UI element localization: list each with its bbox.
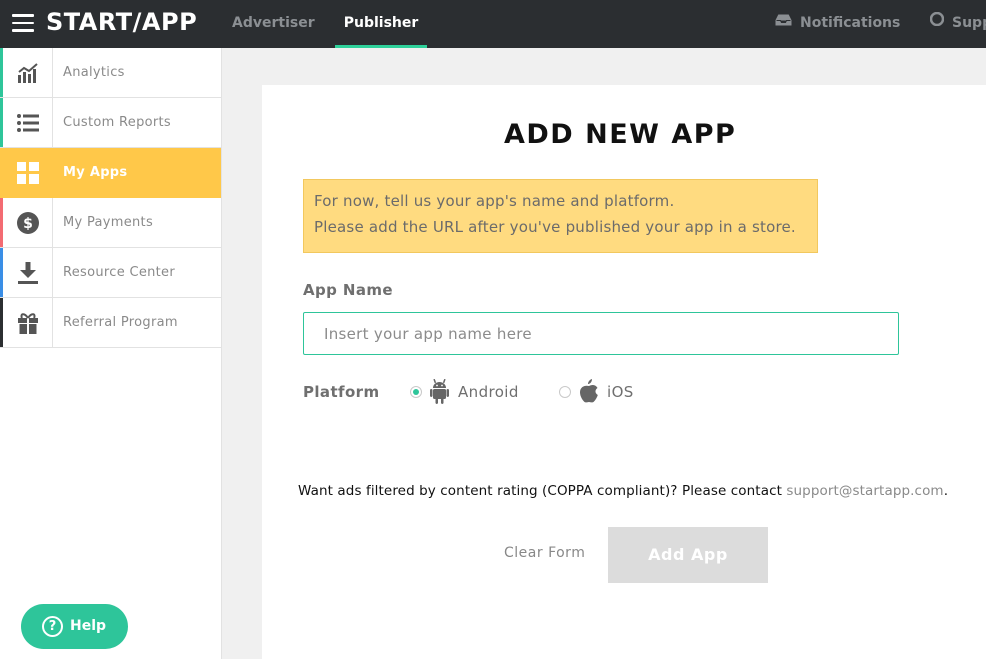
support-email-link[interactable]: support@startapp.com — [786, 483, 943, 499]
svg-text:$: $ — [23, 216, 33, 232]
sidebar-item-label: My Payments — [63, 215, 154, 230]
sidebar-item-my-apps[interactable]: My Apps — [0, 148, 221, 198]
question-icon: ? — [42, 616, 63, 637]
sidebar-item-label: Referral Program — [63, 315, 178, 330]
platform-option-ios[interactable]: iOS — [559, 378, 649, 406]
sidebar-item-analytics[interactable]: Analytics — [0, 48, 221, 98]
apple-icon — [579, 379, 599, 408]
download-icon — [17, 261, 38, 284]
notice-line: For now, tell us your app's name and pla… — [314, 192, 675, 210]
app-name-label: App Name — [303, 281, 393, 299]
icon-cell — [3, 48, 53, 97]
android-radio[interactable] — [410, 386, 422, 398]
tab-advertiser[interactable]: Advertiser — [232, 0, 315, 48]
icon-cell — [3, 148, 53, 197]
notice-line: Please add the URL after you've publishe… — [314, 218, 796, 236]
info-notice: For now, tell us your app's name and pla… — [303, 179, 818, 253]
icon-cell — [3, 98, 53, 147]
hamburger-menu-icon[interactable] — [12, 14, 34, 32]
sidebar-item-custom-reports[interactable]: Custom Reports — [0, 98, 221, 148]
sidebar-item-label: Custom Reports — [63, 115, 172, 130]
lifebuoy-icon — [929, 0, 945, 45]
support-link[interactable]: Supp — [929, 0, 986, 48]
apps-grid-icon — [16, 161, 39, 184]
gift-icon — [17, 312, 38, 334]
platform-label: Platform — [303, 383, 380, 401]
startapp-logo[interactable]: START/APP — [46, 8, 197, 36]
chart-icon — [17, 62, 38, 83]
sidebar-item-label: Analytics — [63, 65, 125, 80]
clear-form-button[interactable]: Clear Form — [504, 545, 585, 561]
inbox-icon — [774, 0, 793, 45]
top-bar: START/APP Advertiser Publisher Notificat… — [0, 0, 986, 48]
sidebar-item-label: My Apps — [63, 165, 128, 180]
add-app-button[interactable]: Add App — [608, 527, 768, 583]
ios-label: iOS — [607, 383, 634, 401]
sidebar-item-referral-program[interactable]: Referral Program — [0, 298, 221, 348]
android-icon — [430, 378, 449, 409]
coppa-notice: Want ads filtered by content rating (COP… — [298, 483, 948, 499]
sidebar-item-resource-center[interactable]: Resource Center — [0, 248, 221, 298]
sidebar-item-label: Resource Center — [63, 265, 176, 280]
dollar-icon: $ — [16, 211, 39, 234]
icon-cell — [3, 298, 53, 347]
help-button[interactable]: ? Help — [21, 604, 128, 649]
sidebar-item-my-payments[interactable]: $ My Payments — [0, 198, 221, 248]
support-label: Supp — [952, 15, 986, 31]
platform-option-android[interactable]: Android — [410, 378, 530, 406]
coppa-text: Want ads filtered by content rating (COP… — [298, 483, 787, 499]
list-icon — [16, 113, 39, 132]
ios-radio[interactable] — [559, 386, 571, 398]
tab-publisher[interactable]: Publisher — [335, 0, 427, 48]
help-label: Help — [70, 618, 107, 634]
page-title: ADD NEW APP — [504, 119, 737, 150]
android-label: Android — [458, 383, 519, 401]
notifications-link[interactable]: Notifications — [774, 0, 901, 48]
app-name-input[interactable] — [303, 312, 899, 355]
icon-cell: $ — [3, 198, 53, 247]
notifications-label: Notifications — [800, 15, 901, 31]
icon-cell — [3, 248, 53, 297]
coppa-end: . — [943, 483, 949, 499]
add-app-card: ADD NEW APP For now, tell us your app's … — [262, 85, 986, 659]
sidebar: Analytics Custom Reports My Apps $ My Pa… — [0, 48, 222, 659]
